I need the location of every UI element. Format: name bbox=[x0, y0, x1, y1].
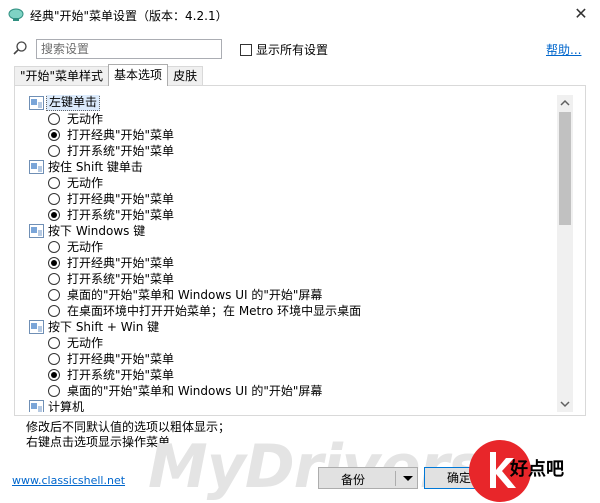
website-link[interactable]: www.classicshell.net bbox=[12, 474, 125, 487]
backup-label: 备份 bbox=[341, 473, 366, 487]
tab-start-menu-style[interactable]: "开始"菜单样式 bbox=[14, 66, 110, 86]
radio-button[interactable] bbox=[48, 273, 60, 285]
group-label: 计算机 bbox=[48, 400, 85, 412]
tab-strip: "开始"菜单样式 基本选项 皮肤 bbox=[14, 64, 204, 86]
radio-button[interactable] bbox=[48, 369, 60, 381]
scroll-down-arrow-icon[interactable] bbox=[557, 396, 573, 412]
radio-button[interactable] bbox=[48, 209, 60, 221]
option-label: 打开经典"开始"菜单 bbox=[67, 128, 175, 142]
scrollbar-thumb[interactable] bbox=[559, 112, 571, 225]
radio-button[interactable] bbox=[48, 241, 60, 253]
option-label: 打开经典"开始"菜单 bbox=[67, 256, 175, 270]
option-label: 桌面的"开始"菜单和 Windows UI 的"开始"屏幕 bbox=[67, 288, 323, 302]
split-separator bbox=[395, 471, 396, 486]
group-label: 左键单击 bbox=[46, 95, 101, 111]
show-all-settings[interactable]: 显示所有设置 bbox=[240, 41, 328, 58]
option-label: 打开系统"开始"菜单 bbox=[67, 368, 175, 382]
option-label: 打开经典"开始"菜单 bbox=[67, 352, 175, 366]
option-label: 桌面的"开始"菜单和 Windows UI 的"开始"屏幕 bbox=[67, 384, 323, 398]
settings-group-icon bbox=[29, 160, 44, 174]
show-all-checkbox[interactable] bbox=[240, 43, 252, 56]
option-label: 无动作 bbox=[67, 112, 104, 126]
radio-button[interactable] bbox=[48, 289, 60, 301]
radio-button[interactable] bbox=[48, 177, 60, 189]
option-label: 打开系统"开始"菜单 bbox=[67, 144, 175, 158]
scroll-up-arrow-icon[interactable] bbox=[557, 95, 573, 111]
dropdown-arrow-icon[interactable] bbox=[403, 476, 413, 481]
backup-button[interactable]: 备份 bbox=[318, 467, 418, 489]
settings-group-icon bbox=[29, 96, 44, 110]
option-label: 无动作 bbox=[67, 176, 104, 190]
option-label: 无动作 bbox=[67, 240, 104, 254]
option-label: 打开系统"开始"菜单 bbox=[67, 272, 175, 286]
option-label: 打开系统"开始"菜单 bbox=[67, 208, 175, 222]
radio-button[interactable] bbox=[48, 353, 60, 365]
option-label: 打开经典"开始"菜单 bbox=[67, 192, 175, 206]
group-label: 按住 Shift 键单击 bbox=[48, 160, 143, 174]
settings-tree[interactable]: 左键单击 无动作 打开经典"开始"菜单 打开系统"开始"菜单 按住 Shift … bbox=[29, 95, 573, 412]
tab-skin[interactable]: 皮肤 bbox=[167, 66, 204, 86]
radio-button[interactable] bbox=[48, 305, 60, 317]
close-button[interactable]: ✕ bbox=[562, 0, 600, 30]
settings-group-icon bbox=[29, 224, 44, 238]
help-link[interactable]: 帮助... bbox=[546, 41, 581, 58]
app-shell-icon bbox=[8, 8, 24, 21]
radio-button[interactable] bbox=[48, 145, 60, 157]
logo-text: 好点吧 bbox=[510, 459, 564, 480]
group-label: 按下 Windows 键 bbox=[48, 224, 146, 238]
radio-button[interactable] bbox=[48, 337, 60, 349]
title-bar: 经典"开始"菜单设置（版本：4.2.1） ✕ bbox=[0, 0, 600, 30]
option-label: 无动作 bbox=[67, 336, 104, 350]
radio-button[interactable] bbox=[48, 385, 60, 397]
settings-group-icon bbox=[29, 400, 44, 412]
settings-group-icon bbox=[29, 320, 44, 334]
radio-button[interactable] bbox=[48, 129, 60, 141]
radio-button[interactable] bbox=[48, 193, 60, 205]
show-all-label: 显示所有设置 bbox=[256, 43, 329, 57]
tab-basic-settings[interactable]: 基本选项 bbox=[108, 64, 169, 86]
group-label: 按下 Shift + Win 键 bbox=[48, 320, 160, 334]
search-icon bbox=[13, 41, 27, 55]
option-label: 在桌面环境中打开开始菜单；在 Metro 环境中显示桌面 bbox=[67, 304, 362, 318]
vertical-scrollbar[interactable] bbox=[557, 95, 573, 412]
radio-button[interactable] bbox=[48, 257, 60, 269]
radio-button[interactable] bbox=[48, 113, 60, 125]
search-input[interactable] bbox=[36, 39, 222, 59]
window-title: 经典"开始"菜单设置（版本：4.2.1） bbox=[30, 9, 228, 23]
